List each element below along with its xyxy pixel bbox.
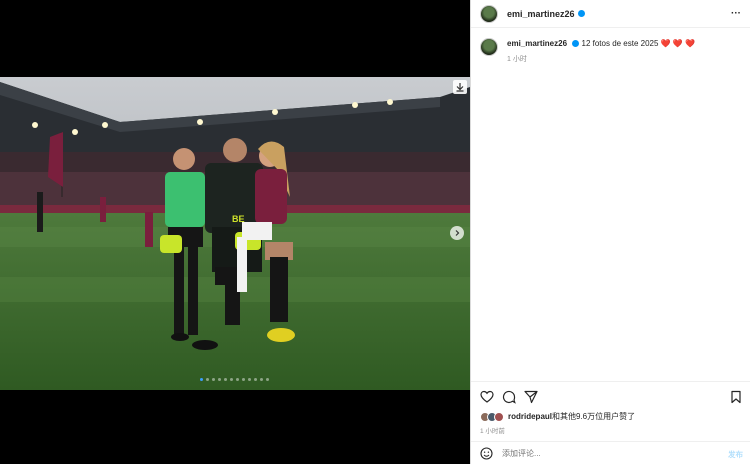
carousel-dot xyxy=(266,378,269,381)
carousel-dot xyxy=(200,378,203,381)
likes-count-text: 和其他9.6万位用户赞了 xyxy=(552,412,636,421)
likes-text[interactable]: rodridepaul和其他9.6万位用户赞了 xyxy=(508,411,635,422)
carousel-dot xyxy=(242,378,245,381)
download-icon xyxy=(456,83,464,92)
heart-icon[interactable] xyxy=(480,390,494,404)
carousel-next-button[interactable] xyxy=(450,226,464,240)
post-header: emi_martinez26 ··· xyxy=(471,0,750,28)
header-username[interactable]: emi_martinez26 xyxy=(507,9,575,19)
svg-text:BE: BE xyxy=(232,214,245,224)
carousel-dot xyxy=(260,378,263,381)
comment-bar: 发布 xyxy=(471,441,750,464)
carousel-dot xyxy=(224,378,227,381)
chevron-right-icon xyxy=(455,230,460,236)
caption-time: 1 小时 xyxy=(507,56,527,63)
carousel-dot xyxy=(236,378,239,381)
carousel-dot xyxy=(230,378,233,381)
carousel-dot xyxy=(218,378,221,381)
likes-summary: rodridepaul和其他9.6万位用户赞了 xyxy=(480,411,635,422)
download-button[interactable] xyxy=(453,80,467,94)
verified-icon xyxy=(577,10,585,17)
comment-input[interactable] xyxy=(502,448,702,458)
caption-body: 12 fotos de este 2025 xyxy=(581,39,659,48)
post-photo[interactable]: BE xyxy=(0,77,470,390)
post-sidebar: emi_martinez26 ··· emi_martinez26 12 fot… xyxy=(470,0,750,464)
emoji-icon[interactable] xyxy=(480,446,493,460)
carousel-dot xyxy=(212,378,215,381)
share-icon[interactable] xyxy=(524,390,538,404)
more-options-button[interactable]: ··· xyxy=(731,8,741,19)
carousel-dot xyxy=(248,378,251,381)
caption-hearts: ❤️ ❤️ ❤️ xyxy=(660,39,696,48)
likes-username[interactable]: rodridepaul xyxy=(508,412,552,421)
comment-icon[interactable] xyxy=(502,390,516,404)
post-time: 1 小时前 xyxy=(480,428,505,435)
post-comment-button[interactable]: 发布 xyxy=(728,449,743,460)
caption-username[interactable]: emi_martinez26 xyxy=(507,39,567,48)
avatar[interactable] xyxy=(480,4,498,23)
carousel-indicator xyxy=(200,378,269,381)
carousel-dot xyxy=(254,378,257,381)
caption-avatar[interactable] xyxy=(480,38,498,56)
caption-text: emi_martinez26 12 fotos de este 2025 ❤️ … xyxy=(507,38,695,56)
action-bar xyxy=(471,381,750,409)
verified-icon xyxy=(572,40,580,47)
liker-avatar xyxy=(494,411,504,422)
carousel-dot xyxy=(206,378,209,381)
media-pane: BE xyxy=(0,0,470,464)
instagram-post-modal: BE emi_martinez26 ··· emi_martinez26 12 … xyxy=(0,0,750,464)
bookmark-icon[interactable] xyxy=(729,390,743,404)
